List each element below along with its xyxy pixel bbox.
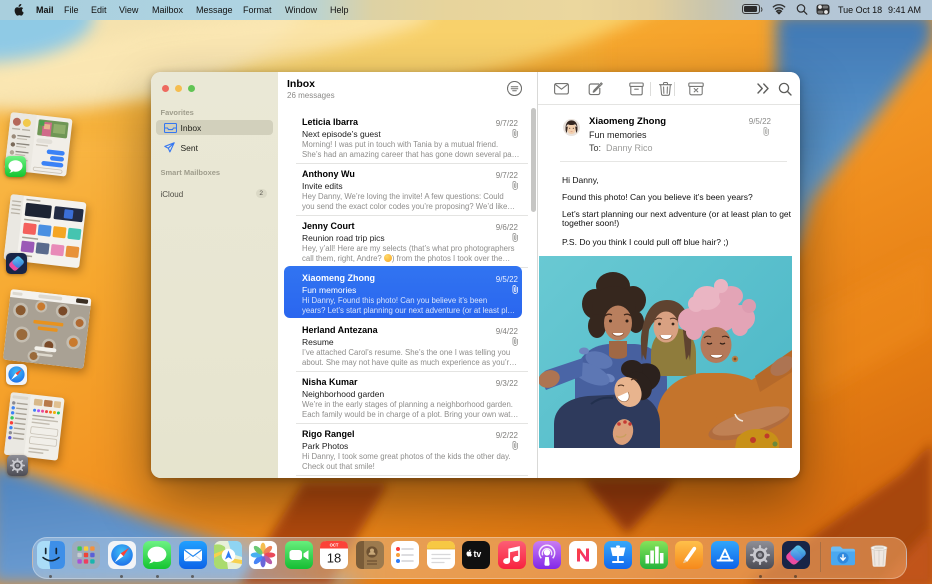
svg-text:tv: tv xyxy=(474,549,482,559)
svg-text:18: 18 xyxy=(327,551,341,566)
svg-text:OCT: OCT xyxy=(330,543,339,548)
